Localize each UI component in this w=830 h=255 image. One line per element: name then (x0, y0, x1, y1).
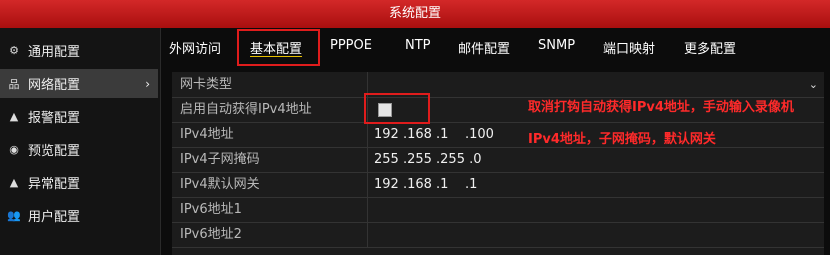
eye-icon: ◉ (9, 143, 19, 156)
sidebar-item-label: 用户配置 (28, 210, 81, 225)
sidebar-item-network[interactable]: 品 网络配置 › (0, 69, 158, 98)
sidebar-item-exception[interactable]: ▲ 异常配置 (0, 168, 158, 197)
tab-email-config[interactable]: 邮件配置 (458, 38, 510, 57)
ipv4-gateway-label: IPv4默认网关 (172, 172, 368, 197)
window-title-bar: 系统配置 (0, 0, 830, 28)
sidebar: ⚙ 通用配置 品 网络配置 › ▲ 报警配置 ◉ 预览配置 ▲ 异常配置 👥 用… (0, 28, 161, 255)
sidebar-item-users[interactable]: 👥 用户配置 (0, 201, 158, 230)
sidebar-item-preview[interactable]: ◉ 预览配置 (0, 135, 158, 164)
gear-icon: ⚙ (9, 44, 19, 57)
highlight-box-basic-tab (237, 29, 320, 66)
chevron-right-icon: › (145, 76, 150, 91)
dhcp-label: 启用自动获得IPv4地址 (172, 97, 368, 122)
users-icon: 👥 (7, 209, 21, 222)
row-ipv4-gateway: IPv4默认网关 192 .168 .1 .1 (172, 172, 824, 198)
ipv6-address-2-label: IPv6地址2 (172, 222, 368, 247)
ipv4-mask-field[interactable]: 255 .255 .255 .0 (374, 147, 482, 172)
tab-port-mapping[interactable]: 端口映射 (603, 38, 655, 57)
sidebar-item-label: 网络配置 (28, 78, 81, 93)
sidebar-item-label: 异常配置 (28, 177, 81, 192)
sidebar-item-label: 预览配置 (28, 144, 81, 159)
annotation-note: 取消打钩自动获得IPv4地址，手动输入录像机IPv4地址，子网掩码，默认网关 (528, 100, 794, 147)
row-ipv6-address-2: IPv6地址2 (172, 222, 824, 248)
sidebar-item-general[interactable]: ⚙ 通用配置 (0, 36, 158, 65)
window-title: 系统配置 (388, 6, 441, 21)
ipv4-address-field[interactable]: 192 .168 .1 .100 (374, 122, 494, 147)
ipv6-address-1-label: IPv6地址1 (172, 197, 368, 222)
tab-more-config[interactable]: 更多配置 (684, 38, 736, 57)
tab-pppoe[interactable]: PPPOE (330, 38, 372, 53)
row-ipv6-address-1: IPv6地址1 (172, 197, 824, 223)
highlight-box-dhcp-checkbox (364, 93, 430, 124)
sidebar-item-label: 报警配置 (28, 111, 81, 126)
alarm-icon: ▲ (9, 110, 19, 123)
tab-snmp[interactable]: SNMP (538, 38, 575, 53)
ipv4-gateway-field[interactable]: 192 .168 .1 .1 (374, 172, 477, 197)
ipv4-mask-label: IPv4子网掩码 (172, 147, 368, 172)
sidebar-item-label: 通用配置 (28, 45, 81, 60)
tab-external-access[interactable]: 外网访问 (169, 38, 221, 57)
network-icon: 品 (8, 77, 20, 91)
warning-icon: ▲ (9, 176, 19, 189)
ipv4-address-label: IPv4地址 (172, 122, 368, 147)
nic-type-label: 网卡类型 (172, 72, 368, 97)
tab-ntp[interactable]: NTP (405, 38, 431, 53)
sidebar-item-alarm[interactable]: ▲ 报警配置 (0, 102, 158, 131)
